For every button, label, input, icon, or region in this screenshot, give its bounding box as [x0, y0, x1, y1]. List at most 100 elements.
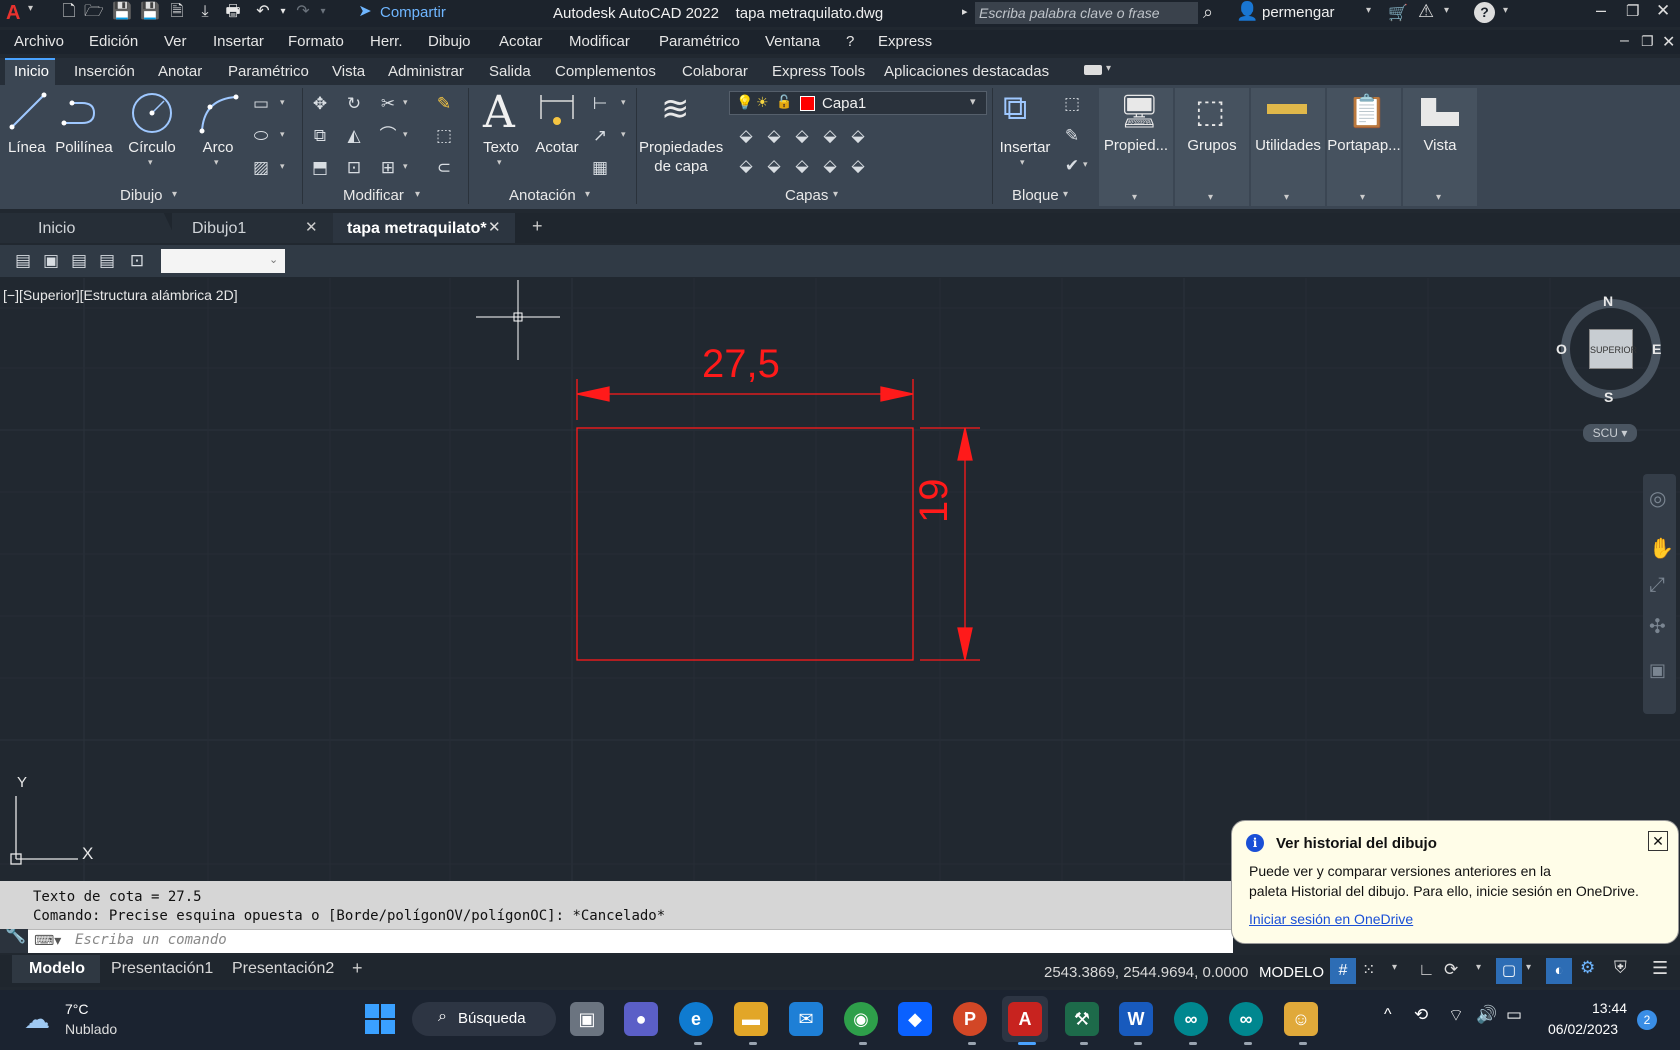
undo-icon[interactable]: ↶ — [254, 3, 272, 21]
insert-dropdown-icon[interactable]: ▾ — [1020, 157, 1025, 168]
battery-icon[interactable]: ▭ — [1506, 1005, 1522, 1025]
share-icon[interactable]: ➤ — [356, 3, 374, 21]
menu-ventana[interactable]: Ventana — [765, 33, 820, 50]
factory-app-icon[interactable]: ⚒ — [1065, 1002, 1099, 1036]
viewcube-south[interactable]: S — [1604, 389, 1613, 405]
bloque-panel-expand-icon[interactable]: ▾ — [1063, 189, 1068, 200]
polyline-tool-button[interactable]: Polilínea — [54, 139, 114, 156]
layer-on-icon[interactable]: 💡 — [736, 94, 753, 111]
menu-help[interactable]: ? — [846, 33, 854, 50]
orbit-icon[interactable]: ✣ — [1649, 614, 1666, 639]
block-attribute-icon[interactable]: ✔ — [1061, 155, 1083, 177]
ellipse-tool-icon[interactable]: ⬭ — [250, 125, 272, 147]
user-name[interactable]: permengar — [1262, 4, 1335, 21]
ucs-menu-button[interactable]: SCU ▾ — [1583, 424, 1637, 442]
block-attribute-dropdown-icon[interactable]: ▾ — [1083, 159, 1088, 170]
windows-start-icon[interactable] — [365, 1004, 395, 1034]
doc-minimize-icon[interactable]: – — [1620, 32, 1629, 50]
trim-icon[interactable]: ✂ — [377, 93, 399, 115]
customization-menu-icon[interactable]: ☰ — [1652, 958, 1668, 979]
array-dropdown-icon[interactable]: ▾ — [403, 161, 408, 172]
linear-dimension-icon[interactable]: ⊢ — [589, 93, 611, 115]
layer-properties-button[interactable]: Propiedades — [639, 139, 723, 156]
ribbon-tab-parametrico[interactable]: Paramétrico — [228, 63, 309, 80]
vertical-dimension[interactable] — [920, 427, 980, 661]
dibujo-panel-expand-icon[interactable]: ▾ — [172, 189, 177, 200]
rotate-icon[interactable]: ↻ — [343, 93, 365, 115]
undo-dropdown-icon[interactable]: ▾ — [274, 3, 292, 21]
propiedades-expand-icon[interactable]: ▾ — [1132, 192, 1137, 203]
autocad-taskbar-icon[interactable]: A — [1008, 1002, 1042, 1036]
layer-make-current-icon[interactable]: ⬙ — [847, 125, 869, 147]
ribbon-tab-express-tools[interactable]: Express Tools — [772, 63, 865, 80]
sync-icon[interactable]: ⟲ — [1414, 1005, 1428, 1025]
layer-properties-button-line2[interactable]: de capa — [639, 158, 723, 175]
portapapeles-expand-icon[interactable]: ▾ — [1360, 192, 1365, 203]
ribbon-options-chevron-icon[interactable]: ▾ — [1106, 63, 1111, 74]
viewcube-face[interactable]: SUPERIOR — [1589, 329, 1637, 369]
trim-dropdown-icon[interactable]: ▾ — [403, 97, 408, 108]
portapapeles-panel[interactable]: 📋 Portapap... ▾ — [1327, 88, 1401, 206]
open-folder-icon[interactable]: 🗁 — [84, 3, 104, 21]
ribbon-tab-colaborar[interactable]: Colaborar — [682, 63, 748, 80]
balloon-close-icon[interactable]: ✕ — [1648, 831, 1668, 851]
erase-icon[interactable]: ✎ — [433, 93, 455, 115]
leader-dropdown-icon[interactable]: ▾ — [621, 129, 626, 140]
layer-thaw-all-icon[interactable]: ⬙ — [791, 155, 813, 177]
object-snap-icon[interactable]: ▢ — [1496, 958, 1522, 984]
share-button[interactable]: Compartir — [380, 4, 446, 21]
doc-close-icon[interactable]: ✕ — [1662, 32, 1675, 52]
help-icon[interactable]: ? — [1474, 2, 1495, 23]
layout-tab-presentacion1[interactable]: Presentación1 — [111, 960, 213, 978]
capas-panel-expand-icon[interactable]: ▾ — [833, 189, 838, 200]
layer-state-dropdown[interactable]: ⌄ — [161, 249, 285, 273]
new-file-icon[interactable]: 🗋 — [60, 3, 78, 21]
modificar-panel-title[interactable]: Modificar — [343, 187, 404, 204]
menu-formato[interactable]: Formato — [288, 33, 344, 50]
menu-herr[interactable]: Herr. — [370, 33, 403, 50]
utilidades-panel[interactable]: Utilidades ▾ — [1251, 88, 1325, 206]
width-dimension-text[interactable]: 27,5 — [702, 342, 780, 387]
ribbon-minimize-icon[interactable] — [1084, 65, 1102, 75]
layer-dropdown-chevron-icon[interactable]: ▾ — [970, 95, 976, 108]
rectangle-dropdown-icon[interactable]: ▾ — [280, 97, 285, 108]
new-tab-plus-icon[interactable]: + — [532, 216, 543, 237]
dimension-tool-button[interactable]: Acotar — [531, 139, 583, 156]
ribbon-tab-salida[interactable]: Salida — [489, 63, 531, 80]
layer-dropdown[interactable]: 💡 ☀ 🔓 Capa1 ▾ — [729, 91, 987, 115]
workspace-icon[interactable]: ⚙ — [1580, 958, 1595, 978]
insert-block-button[interactable]: Insertar — [995, 139, 1055, 156]
cart-icon[interactable]: 🛒 — [1388, 3, 1408, 23]
layer-state-chevron-icon[interactable]: ⌄ — [269, 253, 278, 266]
teams-chat-icon[interactable]: ● — [624, 1002, 658, 1036]
fillet-dropdown-icon[interactable]: ▾ — [403, 129, 408, 140]
minimize-icon[interactable]: – — [1596, 0, 1606, 21]
volume-icon[interactable]: 🔊 — [1476, 1005, 1497, 1025]
menu-archivo[interactable]: Archivo — [14, 33, 64, 50]
layer-lock-icon[interactable]: 🔓 — [776, 94, 792, 110]
mirror-icon[interactable]: ◭ — [343, 125, 365, 147]
pan-hand-icon[interactable]: ✋ — [1649, 536, 1674, 561]
layer-freeze-icon[interactable]: ⬙ — [791, 125, 813, 147]
word-icon[interactable]: W — [1119, 1002, 1153, 1036]
linear-dimension-dropdown-icon[interactable]: ▾ — [621, 97, 626, 108]
layer-walk-icon[interactable]: ▣ — [40, 250, 62, 272]
layer-match-icon[interactable]: ⬙ — [847, 155, 869, 177]
drawing-rectangle[interactable] — [576, 427, 914, 661]
edge-browser-icon[interactable]: e — [679, 1002, 713, 1036]
help-dropdown-icon[interactable]: ▾ — [1503, 5, 1508, 16]
menu-parametrico[interactable]: Paramétrico — [659, 33, 740, 50]
ellipse-dropdown-icon[interactable]: ▾ — [280, 129, 285, 140]
ribbon-tab-administrar[interactable]: Administrar — [388, 63, 464, 80]
steering-wheel-icon[interactable]: ◎ — [1649, 486, 1666, 511]
layer-change-icon[interactable]: ▤ — [96, 250, 118, 272]
grupos-panel[interactable]: ⬚ Grupos ▾ — [1175, 88, 1249, 206]
arc-dropdown-icon[interactable]: ▾ — [214, 157, 219, 168]
task-view-icon[interactable]: ▣ — [570, 1002, 604, 1036]
app-menu-chevron-icon[interactable]: ▾ — [28, 3, 33, 14]
user-icon[interactable]: 👤 — [1236, 1, 1258, 22]
layer-isolate-icon[interactable]: ⬙ — [763, 125, 785, 147]
scale-icon[interactable]: ⊡ — [343, 157, 365, 179]
wifi-icon[interactable]: ⌔ — [1448, 1005, 1464, 1026]
add-layout-plus-icon[interactable]: + — [352, 958, 363, 979]
